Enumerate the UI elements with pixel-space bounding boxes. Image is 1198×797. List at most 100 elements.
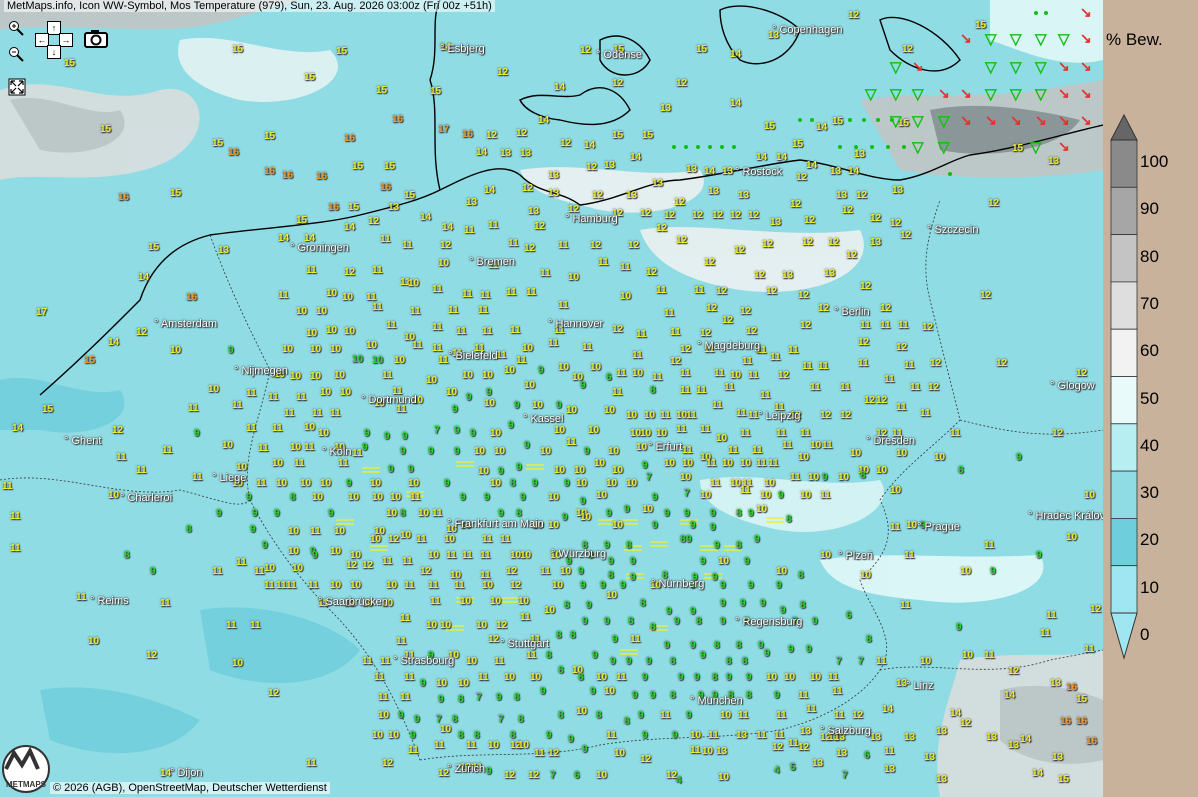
value-marker: 12 xyxy=(746,326,758,337)
value-marker: 10 xyxy=(596,490,608,501)
value-marker: 9 xyxy=(586,600,592,611)
value-marker: 16 xyxy=(118,192,130,203)
value-marker: 9 xyxy=(812,616,818,627)
value-marker: 6 xyxy=(864,750,870,761)
value-marker: 10 xyxy=(934,452,946,463)
value-marker: 11 xyxy=(462,550,473,561)
value-marker: 10 xyxy=(612,465,624,476)
value-marker: 10 xyxy=(418,508,430,519)
value-marker: 11 xyxy=(432,508,443,519)
legend-tick-label: 90 xyxy=(1140,199,1159,219)
value-marker: 8 xyxy=(514,692,520,703)
value-marker: 9 xyxy=(246,492,252,503)
value-marker: 13 xyxy=(686,164,698,175)
value-marker: 10 xyxy=(588,425,600,436)
value-marker: 11 xyxy=(284,408,295,419)
value-marker: 10 xyxy=(504,672,516,683)
value-marker: 11 xyxy=(374,672,385,683)
value-marker: 11 xyxy=(454,580,465,591)
city-label: ° Prague xyxy=(917,521,960,533)
fullscreen-button[interactable] xyxy=(8,78,26,96)
value-marker: 11 xyxy=(540,268,551,279)
value-marker: 13 xyxy=(466,197,478,208)
value-marker: 12 xyxy=(740,306,752,317)
value-marker: 8 xyxy=(860,470,866,481)
value-marker: 15 xyxy=(696,44,708,55)
value-marker: 11 xyxy=(756,730,767,741)
value-marker: 12 xyxy=(712,210,724,221)
value-marker: 8 xyxy=(124,550,130,561)
value-marker: 11 xyxy=(310,526,321,537)
value-marker: 11 xyxy=(510,325,521,336)
value-marker: 11 xyxy=(378,692,389,703)
value-marker: 10 xyxy=(386,580,398,591)
value-marker: 13 xyxy=(904,732,916,743)
value-marker: 12 xyxy=(880,303,892,314)
value-marker: 11 xyxy=(432,343,443,354)
pan-down-button[interactable]: ↓ xyxy=(47,45,61,59)
value-marker: 4 xyxy=(676,775,682,786)
city-label: ° Dresden xyxy=(866,435,916,447)
value-marker: 10 xyxy=(400,530,412,541)
value-marker: 11 xyxy=(250,620,261,631)
value-marker: 12 xyxy=(716,286,728,297)
value-marker: 12 xyxy=(704,257,716,268)
value-marker: 10 xyxy=(444,534,456,545)
value-marker: 10 xyxy=(604,686,616,697)
value-marker: 10 xyxy=(820,550,832,561)
value-marker: 11 xyxy=(858,358,869,369)
value-marker: 14 xyxy=(138,272,150,283)
arrow-down-icon: ↓ xyxy=(51,47,57,57)
thunder-symbol-icon: ↘ xyxy=(1080,85,1092,101)
value-marker: 11 xyxy=(748,370,759,381)
copyright-text: © 2026 (AGB), OpenStreetMap, Deutscher W… xyxy=(50,782,330,794)
value-marker: 12 xyxy=(754,270,766,281)
value-marker: 10 xyxy=(576,706,588,717)
value-marker: 11 xyxy=(448,305,459,316)
value-marker: 8 xyxy=(736,508,742,519)
weather-map[interactable]: 15 15 14 12 12 15 15 14 13 12 12 15 15 15 15 15 14 12 12 14… xyxy=(0,0,1103,797)
value-marker: 11 xyxy=(774,730,785,741)
value-marker: 9 xyxy=(444,478,450,489)
value-marker: 10 xyxy=(288,546,300,557)
value-marker: 11 xyxy=(752,445,763,456)
value-marker: 11 xyxy=(696,385,707,396)
value-marker: 10 xyxy=(626,478,638,489)
value-marker: 12 xyxy=(1052,428,1064,439)
screenshot-button[interactable] xyxy=(84,28,108,48)
zoom-out-button[interactable] xyxy=(8,46,24,62)
value-marker: 12 xyxy=(440,240,452,251)
value-marker: 10 xyxy=(290,442,302,453)
value-marker: 11 xyxy=(372,265,383,276)
value-marker: 12 xyxy=(762,239,774,250)
value-marker: 11 xyxy=(540,566,551,577)
thunder-symbol-icon: ↘ xyxy=(1080,112,1092,128)
value-marker: 11 xyxy=(372,302,383,313)
pan-right-button[interactable]: → xyxy=(59,33,73,47)
value-marker: 10 xyxy=(276,478,288,489)
value-marker: 12 xyxy=(1076,368,1088,379)
value-marker: 11 xyxy=(246,423,257,434)
value-marker: 10 xyxy=(960,566,972,577)
value-marker: 10 xyxy=(764,478,776,489)
value-marker: 12 xyxy=(722,315,734,326)
value-marker: 9 xyxy=(754,534,760,545)
value-marker: 10 xyxy=(808,472,820,483)
value-marker: 10 xyxy=(810,440,822,451)
value-marker: 9 xyxy=(384,431,390,442)
value-marker: 10 xyxy=(532,400,544,411)
value-marker: 9 xyxy=(414,714,420,725)
value-marker: 10 xyxy=(718,556,730,567)
value-marker: 16 xyxy=(1066,682,1078,693)
value-marker: 15 xyxy=(404,190,416,201)
city-label: ° München xyxy=(690,695,743,707)
value-marker: 10 xyxy=(292,563,304,574)
value-marker: 10 xyxy=(518,596,530,607)
value-marker: 10 xyxy=(482,580,494,591)
value-marker: 12 xyxy=(640,208,652,219)
zoom-in-button[interactable] xyxy=(8,20,24,36)
value-marker: 11 xyxy=(636,329,647,340)
value-marker: 11 xyxy=(500,534,511,545)
value-marker: 8 xyxy=(518,714,524,725)
value-marker: 11 xyxy=(330,408,341,419)
